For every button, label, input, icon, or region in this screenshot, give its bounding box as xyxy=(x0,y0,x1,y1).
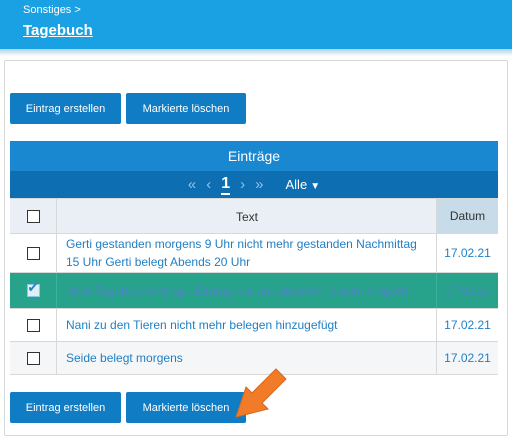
orange-pointer-arrow-icon xyxy=(235,368,287,418)
delete-selected-button-top[interactable]: Markierte löschen xyxy=(126,93,246,124)
row-checkbox-cell xyxy=(10,234,57,272)
next-page-icon[interactable]: › xyxy=(240,176,245,193)
row-text[interactable]: Gerti gestanden morgens 9 Uhr nicht mehr… xyxy=(66,235,426,271)
row-date[interactable]: 17.02.21 xyxy=(436,234,498,272)
pagination-bar: « ‹ 1 › » Alle ▼ xyxy=(10,171,498,198)
row-text[interactable]: Seide belegt morgens xyxy=(66,349,183,367)
row-date[interactable]: 17.02.21 xyxy=(436,273,498,308)
chevron-down-icon: ▼ xyxy=(310,181,321,192)
app-header: Sonstiges > Tagebuch xyxy=(0,0,512,49)
row-checkbox[interactable] xyxy=(26,351,40,365)
prev-page-icon[interactable]: ‹ xyxy=(206,176,211,193)
column-header-text[interactable]: Text xyxy=(58,199,436,235)
page-title[interactable]: Tagebuch xyxy=(23,22,93,39)
row-text[interactable]: Nani zu den Tieren nicht mehr belegen hi… xyxy=(66,316,338,334)
create-entry-button-bottom[interactable]: Eintrag erstellen xyxy=(10,392,121,423)
table-row[interactable]: Nani zu den Tieren nicht mehr belegen hi… xyxy=(10,309,498,342)
last-page-icon[interactable]: » xyxy=(255,176,263,193)
column-header-date[interactable]: Datum xyxy=(436,199,498,233)
row-date[interactable]: 17.02.21 xyxy=(436,342,498,374)
table-header: Text Datum xyxy=(10,198,498,234)
row-checkbox-cell xyxy=(10,309,57,341)
table-row[interactable]: Gerti gestanden morgens 9 Uhr nicht mehr… xyxy=(10,234,498,273)
header-shadow xyxy=(0,49,512,56)
breadcrumb[interactable]: Sonstiges > xyxy=(23,4,81,16)
row-checkbox-checked[interactable]: ✔ xyxy=(26,280,40,297)
row-checkbox[interactable] xyxy=(26,318,40,332)
table-row-selected[interactable]: ✔ Mein Tagebucheintrag - Eintrag nur am … xyxy=(10,273,498,309)
delete-selected-button-bottom[interactable]: Markierte löschen xyxy=(126,392,246,423)
checkmark-icon: ✔ xyxy=(27,280,39,295)
entries-panel-title: Einträge xyxy=(10,141,498,171)
select-all-checkbox[interactable] xyxy=(26,209,40,223)
current-page[interactable]: 1 xyxy=(221,175,231,195)
row-checkbox[interactable] xyxy=(26,246,40,260)
row-text[interactable]: Mein Tagebucheintrag - Eintrag nur am ak… xyxy=(66,282,408,300)
row-checkbox-cell: ✔ xyxy=(10,273,57,308)
page-size-label: Alle xyxy=(285,177,308,192)
select-all-cell xyxy=(10,199,57,233)
row-date[interactable]: 17.02.21 xyxy=(436,309,498,341)
first-page-icon[interactable]: « xyxy=(188,176,196,193)
create-entry-button-top[interactable]: Eintrag erstellen xyxy=(10,93,121,124)
page-size-select[interactable]: Alle ▼ xyxy=(286,177,321,192)
row-checkbox-cell xyxy=(10,342,57,374)
